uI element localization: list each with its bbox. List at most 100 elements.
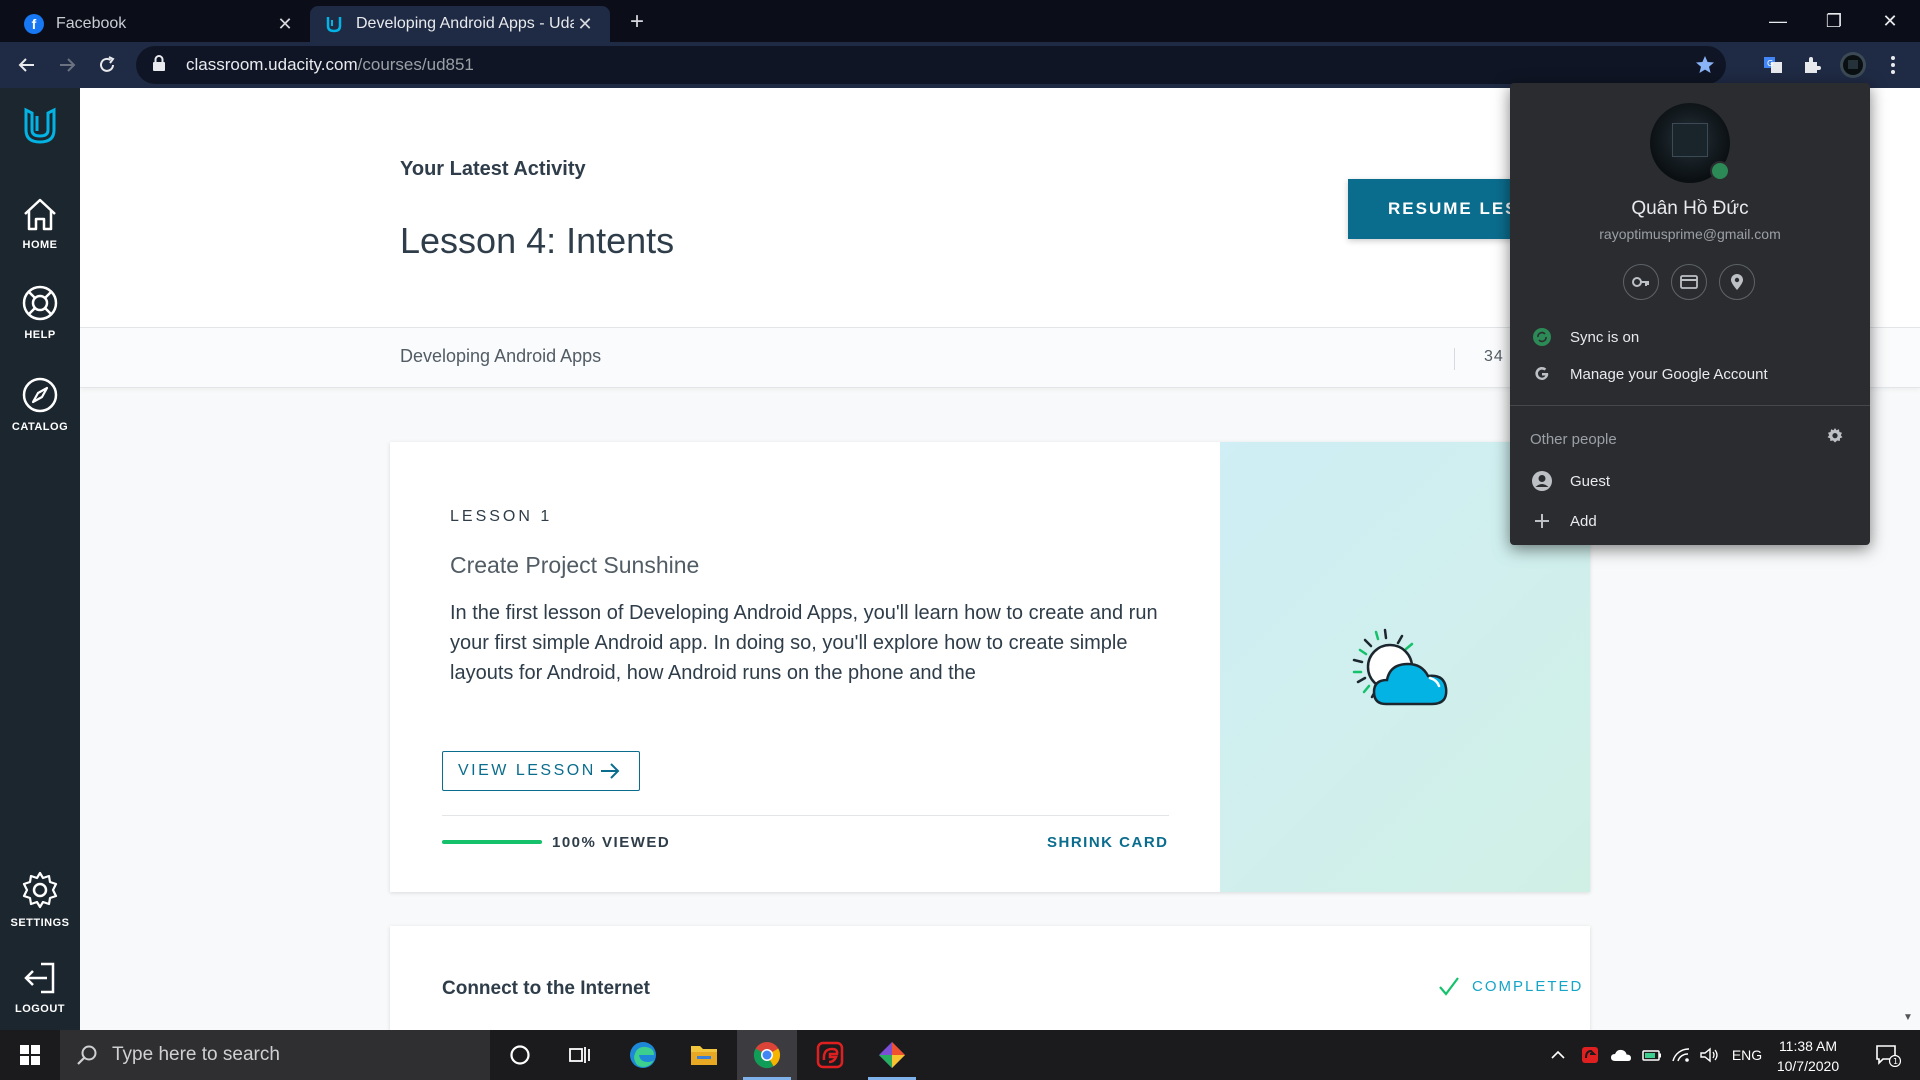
garena-tray-icon[interactable] <box>1576 1030 1604 1080</box>
guest-label: Guest <box>1570 472 1611 490</box>
profile-avatar-button[interactable] <box>1838 50 1868 80</box>
tab-title: Facebook <box>56 15 127 32</box>
sidebar-item-label: CATALOG <box>11 421 69 433</box>
search-icon <box>77 1045 97 1065</box>
plus-icon <box>1530 513 1554 529</box>
profile-avatar <box>1650 103 1730 183</box>
notification-icon: 1 <box>1876 1045 1901 1067</box>
back-arrow-icon <box>18 58 34 72</box>
reload-button[interactable] <box>92 50 122 80</box>
sidebar-item-label: HELP <box>24 329 56 341</box>
divider <box>1454 348 1455 370</box>
udacity-logo[interactable] <box>0 104 80 153</box>
add-label: Add <box>1570 512 1597 530</box>
sync-status-row[interactable]: Sync is on <box>1510 319 1870 355</box>
profile-name: Quân Hồ Đức <box>1631 198 1749 219</box>
viewed-progress-bar <box>442 840 542 844</box>
scroll-down-arrow-icon[interactable]: ▼ <box>1903 1012 1913 1023</box>
shrink-card-button[interactable]: SHRINK CARD <box>1047 834 1169 851</box>
battery-icon[interactable] <box>1638 1030 1666 1080</box>
sidebar-item-help[interactable]: HELP <box>0 284 80 341</box>
guest-profile-row[interactable]: Guest <box>1510 463 1870 499</box>
view-lesson-label: VIEW LESSON <box>458 762 596 779</box>
extensions-icon[interactable] <box>1797 50 1827 80</box>
clock-date: 10/7/2020 <box>1776 1058 1840 1074</box>
sync-badge-icon <box>1710 161 1730 181</box>
profile-email: rayoptimusprime@gmail.com <box>1599 226 1781 242</box>
add-profile-row[interactable]: Add <box>1510 503 1870 539</box>
key-icon[interactable] <box>1623 264 1659 300</box>
manage-people-gear-icon[interactable] <box>1826 427 1844 450</box>
lesson-card: LESSON 1 Create Project Sunshine In the … <box>390 442 1590 892</box>
course-name: Developing Android Apps <box>400 346 602 366</box>
volume-icon[interactable] <box>1696 1030 1722 1080</box>
manage-account-row[interactable]: Manage your Google Account <box>1510 356 1870 392</box>
file-explorer-icon[interactable] <box>674 1030 734 1080</box>
facebook-icon: f <box>24 14 44 34</box>
view-lesson-button[interactable]: VIEW LESSON <box>442 751 640 791</box>
close-icon[interactable]: ✕ <box>574 14 596 35</box>
chrome-menu-icon[interactable] <box>1878 50 1908 80</box>
home-icon <box>24 198 56 231</box>
taskbar-search[interactable]: Type here to search <box>60 1030 490 1080</box>
git-icon[interactable] <box>862 1030 922 1080</box>
sync-label: Sync is on <box>1570 328 1640 346</box>
cortana-icon[interactable] <box>490 1030 550 1080</box>
other-people-label: Other people <box>1530 431 1617 448</box>
gear-icon <box>22 871 58 909</box>
divider <box>1510 405 1870 406</box>
completed-badge: COMPLETED <box>1438 976 1583 996</box>
garena-icon[interactable] <box>800 1030 860 1080</box>
back-button[interactable] <box>12 50 42 80</box>
close-icon[interactable]: ✕ <box>274 14 296 35</box>
edge-icon[interactable] <box>613 1030 673 1080</box>
sidebar-item-logout[interactable]: LOGOUT <box>0 960 80 1015</box>
url-path: /courses/ud851 <box>357 55 474 74</box>
udacity-icon <box>324 14 344 34</box>
address-bar[interactable]: classroom.udacity.com/courses/ud851 <box>136 46 1726 84</box>
tab-udacity[interactable]: Developing Android Apps - Udac ✕ <box>310 6 610 42</box>
avatar-image <box>1672 123 1708 157</box>
sync-icon <box>1530 327 1554 347</box>
restore-button[interactable]: ❐ <box>1806 0 1862 42</box>
action-center-button[interactable]: 1 <box>1868 1030 1908 1080</box>
checkmark-icon <box>1439 977 1459 996</box>
sidebar-item-catalog[interactable]: CATALOG <box>0 376 80 433</box>
show-hidden-icons-chevron-icon[interactable] <box>1546 1030 1570 1080</box>
close-window-button[interactable]: ✕ <box>1862 0 1918 42</box>
current-lesson-title: Lesson 4: Intents <box>400 220 675 261</box>
bookmark-star-icon[interactable] <box>1694 54 1716 81</box>
card-icon[interactable] <box>1671 264 1707 300</box>
sidebar-item-label: HOME <box>22 239 58 251</box>
tab-title: Developing Android Apps - Udac <box>356 15 574 32</box>
sidebar-item-settings[interactable]: SETTINGS <box>0 870 80 929</box>
logout-icon <box>24 962 55 994</box>
taskbar-clock[interactable]: 11:38 AM 10/7/2020 <box>1760 1036 1856 1076</box>
lesson-card-collapsed[interactable]: Connect to the Internet COMPLETED <box>390 926 1590 1030</box>
sun-cloud-icon <box>1352 628 1448 706</box>
udacity-sidebar: HOME HELP CATALOG SETTINGS LOGOUT <box>0 88 80 1030</box>
tab-strip: f Facebook ✕ Developing Android Apps - U… <box>0 0 1920 42</box>
sidebar-item-label: SETTINGS <box>10 917 70 929</box>
lesson-description: In the first lesson of Developing Androi… <box>450 602 1158 684</box>
onedrive-icon[interactable] <box>1606 1030 1636 1080</box>
start-button[interactable] <box>0 1030 60 1080</box>
location-pin-icon[interactable] <box>1719 264 1755 300</box>
task-view-icon[interactable] <box>550 1030 610 1080</box>
chrome-icon[interactable] <box>737 1030 797 1080</box>
translate-icon[interactable]: G <box>1758 50 1788 80</box>
reload-icon <box>100 56 115 72</box>
forward-button[interactable] <box>52 50 82 80</box>
google-g-icon <box>1530 365 1554 383</box>
browser-toolbar: classroom.udacity.com/courses/ud851 G <box>0 42 1920 88</box>
minimize-button[interactable]: — <box>1750 0 1806 42</box>
lock-icon <box>152 54 170 76</box>
lifebuoy-icon <box>22 285 58 321</box>
lesson-title: Connect to the Internet <box>442 978 650 999</box>
wifi-icon[interactable] <box>1668 1030 1694 1080</box>
sidebar-item-home[interactable]: HOME <box>0 196 80 251</box>
lesson-card-text: LESSON 1 Create Project Sunshine In the … <box>390 442 1220 892</box>
tab-facebook[interactable]: f Facebook ✕ <box>10 6 310 42</box>
divider <box>442 815 1169 816</box>
new-tab-button[interactable]: + <box>622 8 652 38</box>
